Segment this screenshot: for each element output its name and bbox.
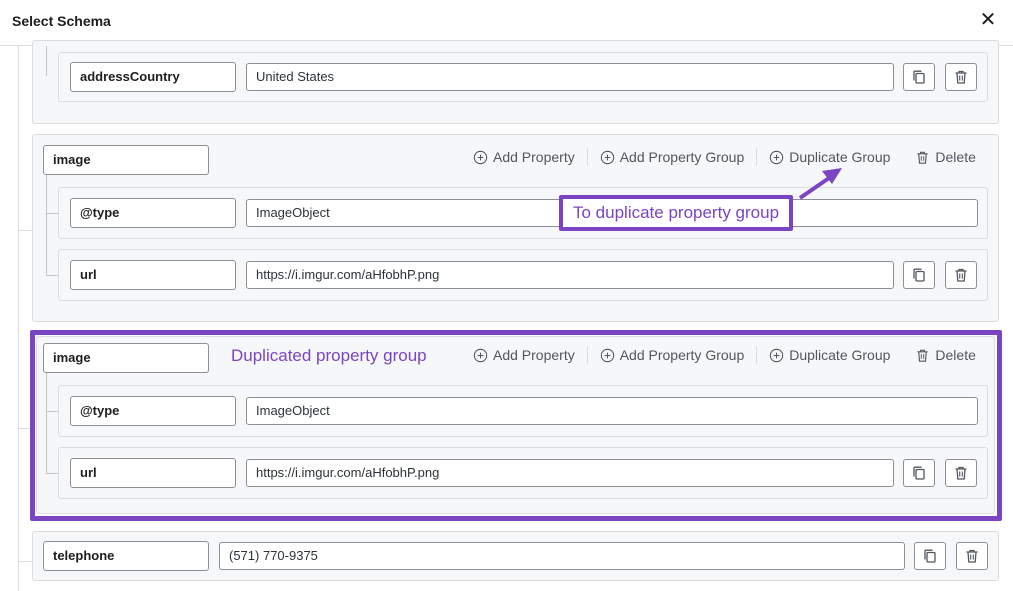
annotation-arrow	[798, 168, 842, 200]
duplicate-callout: To duplicate property group	[559, 195, 794, 231]
